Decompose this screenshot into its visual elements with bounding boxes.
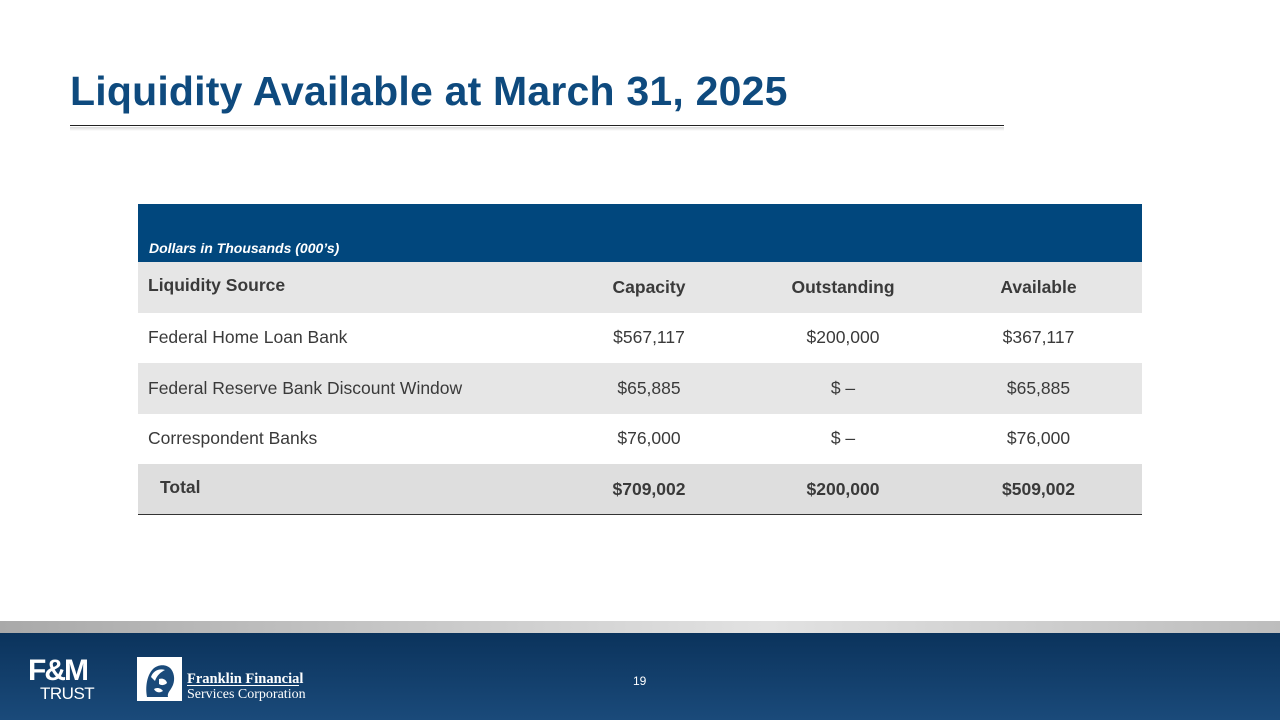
header-capacity: Capacity <box>612 276 686 297</box>
footer: F&M TRUST Franklin Financial Services Co… <box>0 633 1280 720</box>
company-name: Franklin Financial Services Corporation <box>187 671 306 703</box>
table-row: Correspondent Banks $76,000 $ – $76,000 <box>138 414 1142 465</box>
table-row: Federal Reserve Bank Discount Window $65… <box>138 363 1142 414</box>
page-number: 19 <box>633 674 647 688</box>
fm-logo-mark: F&M <box>28 654 89 687</box>
total-capacity: $709,002 <box>612 478 686 499</box>
cell-available: $65,885 <box>1006 377 1071 398</box>
fm-logo-trust: TRUST <box>40 684 95 703</box>
slide-title: Liquidity Available at March 31, 2025 <box>70 68 788 114</box>
table-caption: Dollars in Thousands (000’s) <box>149 240 340 256</box>
cell-source: Federal Home Loan Bank <box>148 327 348 348</box>
table-total-row: Total $709,002 $200,000 $509,002 <box>138 464 1142 515</box>
header-outstanding: Outstanding <box>791 276 895 297</box>
liquidity-table: Dollars in Thousands (000’s) Liquidity S… <box>138 204 1142 515</box>
cell-capacity: $65,885 <box>617 377 681 398</box>
header-liquidity-source: Liquidity Source <box>148 274 286 295</box>
cell-source: Federal Reserve Bank Discount Window <box>148 377 463 398</box>
table-caption-band: Dollars in Thousands (000’s) <box>138 204 1142 262</box>
cell-capacity: $567,117 <box>613 327 685 348</box>
cell-outstanding: $ – <box>830 377 856 398</box>
cell-available: $76,000 <box>1006 428 1071 449</box>
table-header-row: Liquidity Source Capacity Outstanding Av… <box>138 262 1142 313</box>
total-label: Total <box>160 476 201 497</box>
franklin-portrait-emblem-icon <box>137 657 182 701</box>
title-divider <box>70 125 1004 126</box>
company-name-line2: Services Corporation <box>187 687 306 702</box>
total-available: $509,002 <box>1002 478 1075 499</box>
title-divider-shadow <box>70 127 1004 131</box>
header-available: Available <box>1000 276 1077 297</box>
footer-accent-bar <box>0 621 1280 633</box>
cell-source: Correspondent Banks <box>148 428 318 449</box>
total-outstanding: $200,000 <box>806 478 880 499</box>
fm-trust-logo: F&M TRUST <box>28 654 112 703</box>
cell-outstanding: $ – <box>830 428 856 449</box>
table-row: Federal Home Loan Bank $567,117 $200,000… <box>138 313 1142 364</box>
cell-available: $367,117 <box>1002 327 1075 348</box>
company-name-rule <box>187 685 299 686</box>
cell-capacity: $76,000 <box>617 428 681 449</box>
cell-outstanding: $200,000 <box>806 327 880 348</box>
